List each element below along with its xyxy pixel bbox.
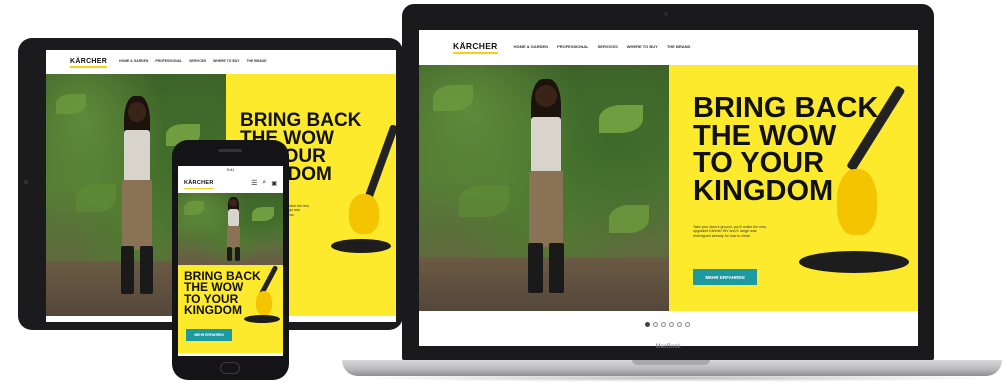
device-mockup-stage: KÄRCHER HOME & GARDEN PROFESSIONAL SERVI…	[0, 0, 1007, 385]
hero-cta-button[interactable]: MEHR ERFAHREN	[693, 269, 757, 285]
hero-person	[222, 197, 246, 263]
phone-logo[interactable]: KÄRCHER	[184, 180, 214, 189]
carousel-dot[interactable]	[677, 322, 682, 327]
laptop-brand-label: MacBook	[655, 344, 681, 350]
laptop-camera	[664, 12, 668, 16]
hero-body-copy: Take your lawn's ground, you'll notice t…	[693, 225, 767, 238]
hero-person	[108, 96, 168, 306]
hero-cta-button[interactable]: MEHR ERFAHREN	[186, 329, 232, 341]
laptop-device: KÄRCHER HOME & GARDEN PROFESSIONAL SERVI…	[402, 4, 934, 360]
laptop-base	[342, 360, 1002, 376]
nav-professional[interactable]: PROFESSIONAL	[557, 44, 589, 49]
phone-home-button[interactable]	[220, 362, 240, 374]
nav-home-garden[interactable]: HOME & GARDEN	[119, 59, 148, 63]
laptop-logo[interactable]: KÄRCHER	[453, 41, 498, 54]
hero-person	[511, 79, 581, 303]
cart-icon[interactable]: ▣	[271, 180, 277, 187]
phone-product-image	[240, 265, 282, 335]
hero-photo	[178, 193, 283, 265]
nav-home-garden[interactable]: HOME & GARDEN	[514, 44, 548, 49]
phone-speaker	[218, 149, 242, 152]
nav-services[interactable]: SERVICES	[189, 59, 206, 63]
search-icon[interactable]: ⌕	[262, 179, 266, 187]
laptop-nav-links: HOME & GARDEN PROFESSIONAL SERVICES WHER…	[514, 44, 691, 49]
carousel-dot[interactable]	[661, 322, 666, 327]
phone-nav: KÄRCHER ☰ ⌕ ▣	[178, 174, 283, 192]
phone-hero: BRING BACK THE WOW TO YOUR KINGDOM MEHR …	[178, 193, 283, 353]
phone-device: 9:41 KÄRCHER ☰ ⌕ ▣ BRING BACK THE WOW TO…	[172, 140, 289, 380]
nav-professional[interactable]: PROFESSIONAL	[155, 59, 182, 63]
laptop-nav: KÄRCHER HOME & GARDEN PROFESSIONAL SERVI…	[419, 30, 918, 62]
nav-the-brand[interactable]: THE BRAND	[246, 59, 266, 63]
carousel-dots[interactable]	[645, 322, 690, 327]
nav-services[interactable]: SERVICES	[598, 44, 618, 49]
phone-status-bar: 9:41	[178, 166, 283, 174]
tablet-nav: KÄRCHER HOME & GARDEN PROFESSIONAL SERVI…	[46, 50, 396, 72]
nav-where-to-buy[interactable]: WHERE TO BUY	[627, 44, 658, 49]
phone-screen: 9:41 KÄRCHER ☰ ⌕ ▣ BRING BACK THE WOW TO…	[178, 166, 283, 356]
nav-where-to-buy[interactable]: WHERE TO BUY	[213, 59, 239, 63]
tablet-camera	[24, 180, 28, 184]
tablet-product-image	[321, 124, 396, 274]
tablet-nav-links: HOME & GARDEN PROFESSIONAL SERVICES WHER…	[119, 59, 266, 63]
carousel-dot[interactable]	[653, 322, 658, 327]
tablet-logo[interactable]: KÄRCHER	[70, 58, 108, 68]
carousel-dot[interactable]	[685, 322, 690, 327]
hamburger-icon[interactable]: ☰	[251, 179, 257, 187]
carousel-dot[interactable]	[669, 322, 674, 327]
laptop-screen: KÄRCHER HOME & GARDEN PROFESSIONAL SERVI…	[419, 30, 918, 346]
hero-yellow-panel: BRING BACK THE WOW TO YOUR KINGDOM MEHR …	[178, 265, 283, 353]
phone-status-time: 9:41	[226, 167, 235, 172]
nav-the-brand[interactable]: THE BRAND	[667, 44, 691, 49]
carousel-dot[interactable]	[645, 322, 650, 327]
laptop-hero: BRING BACK THE WOW TO YOUR KINGDOM Take …	[419, 65, 918, 311]
hero-yellow-panel: BRING BACK THE WOW TO YOUR KINGDOM Take …	[669, 65, 918, 311]
hero-photo	[419, 65, 669, 311]
laptop-product-image	[779, 85, 918, 305]
